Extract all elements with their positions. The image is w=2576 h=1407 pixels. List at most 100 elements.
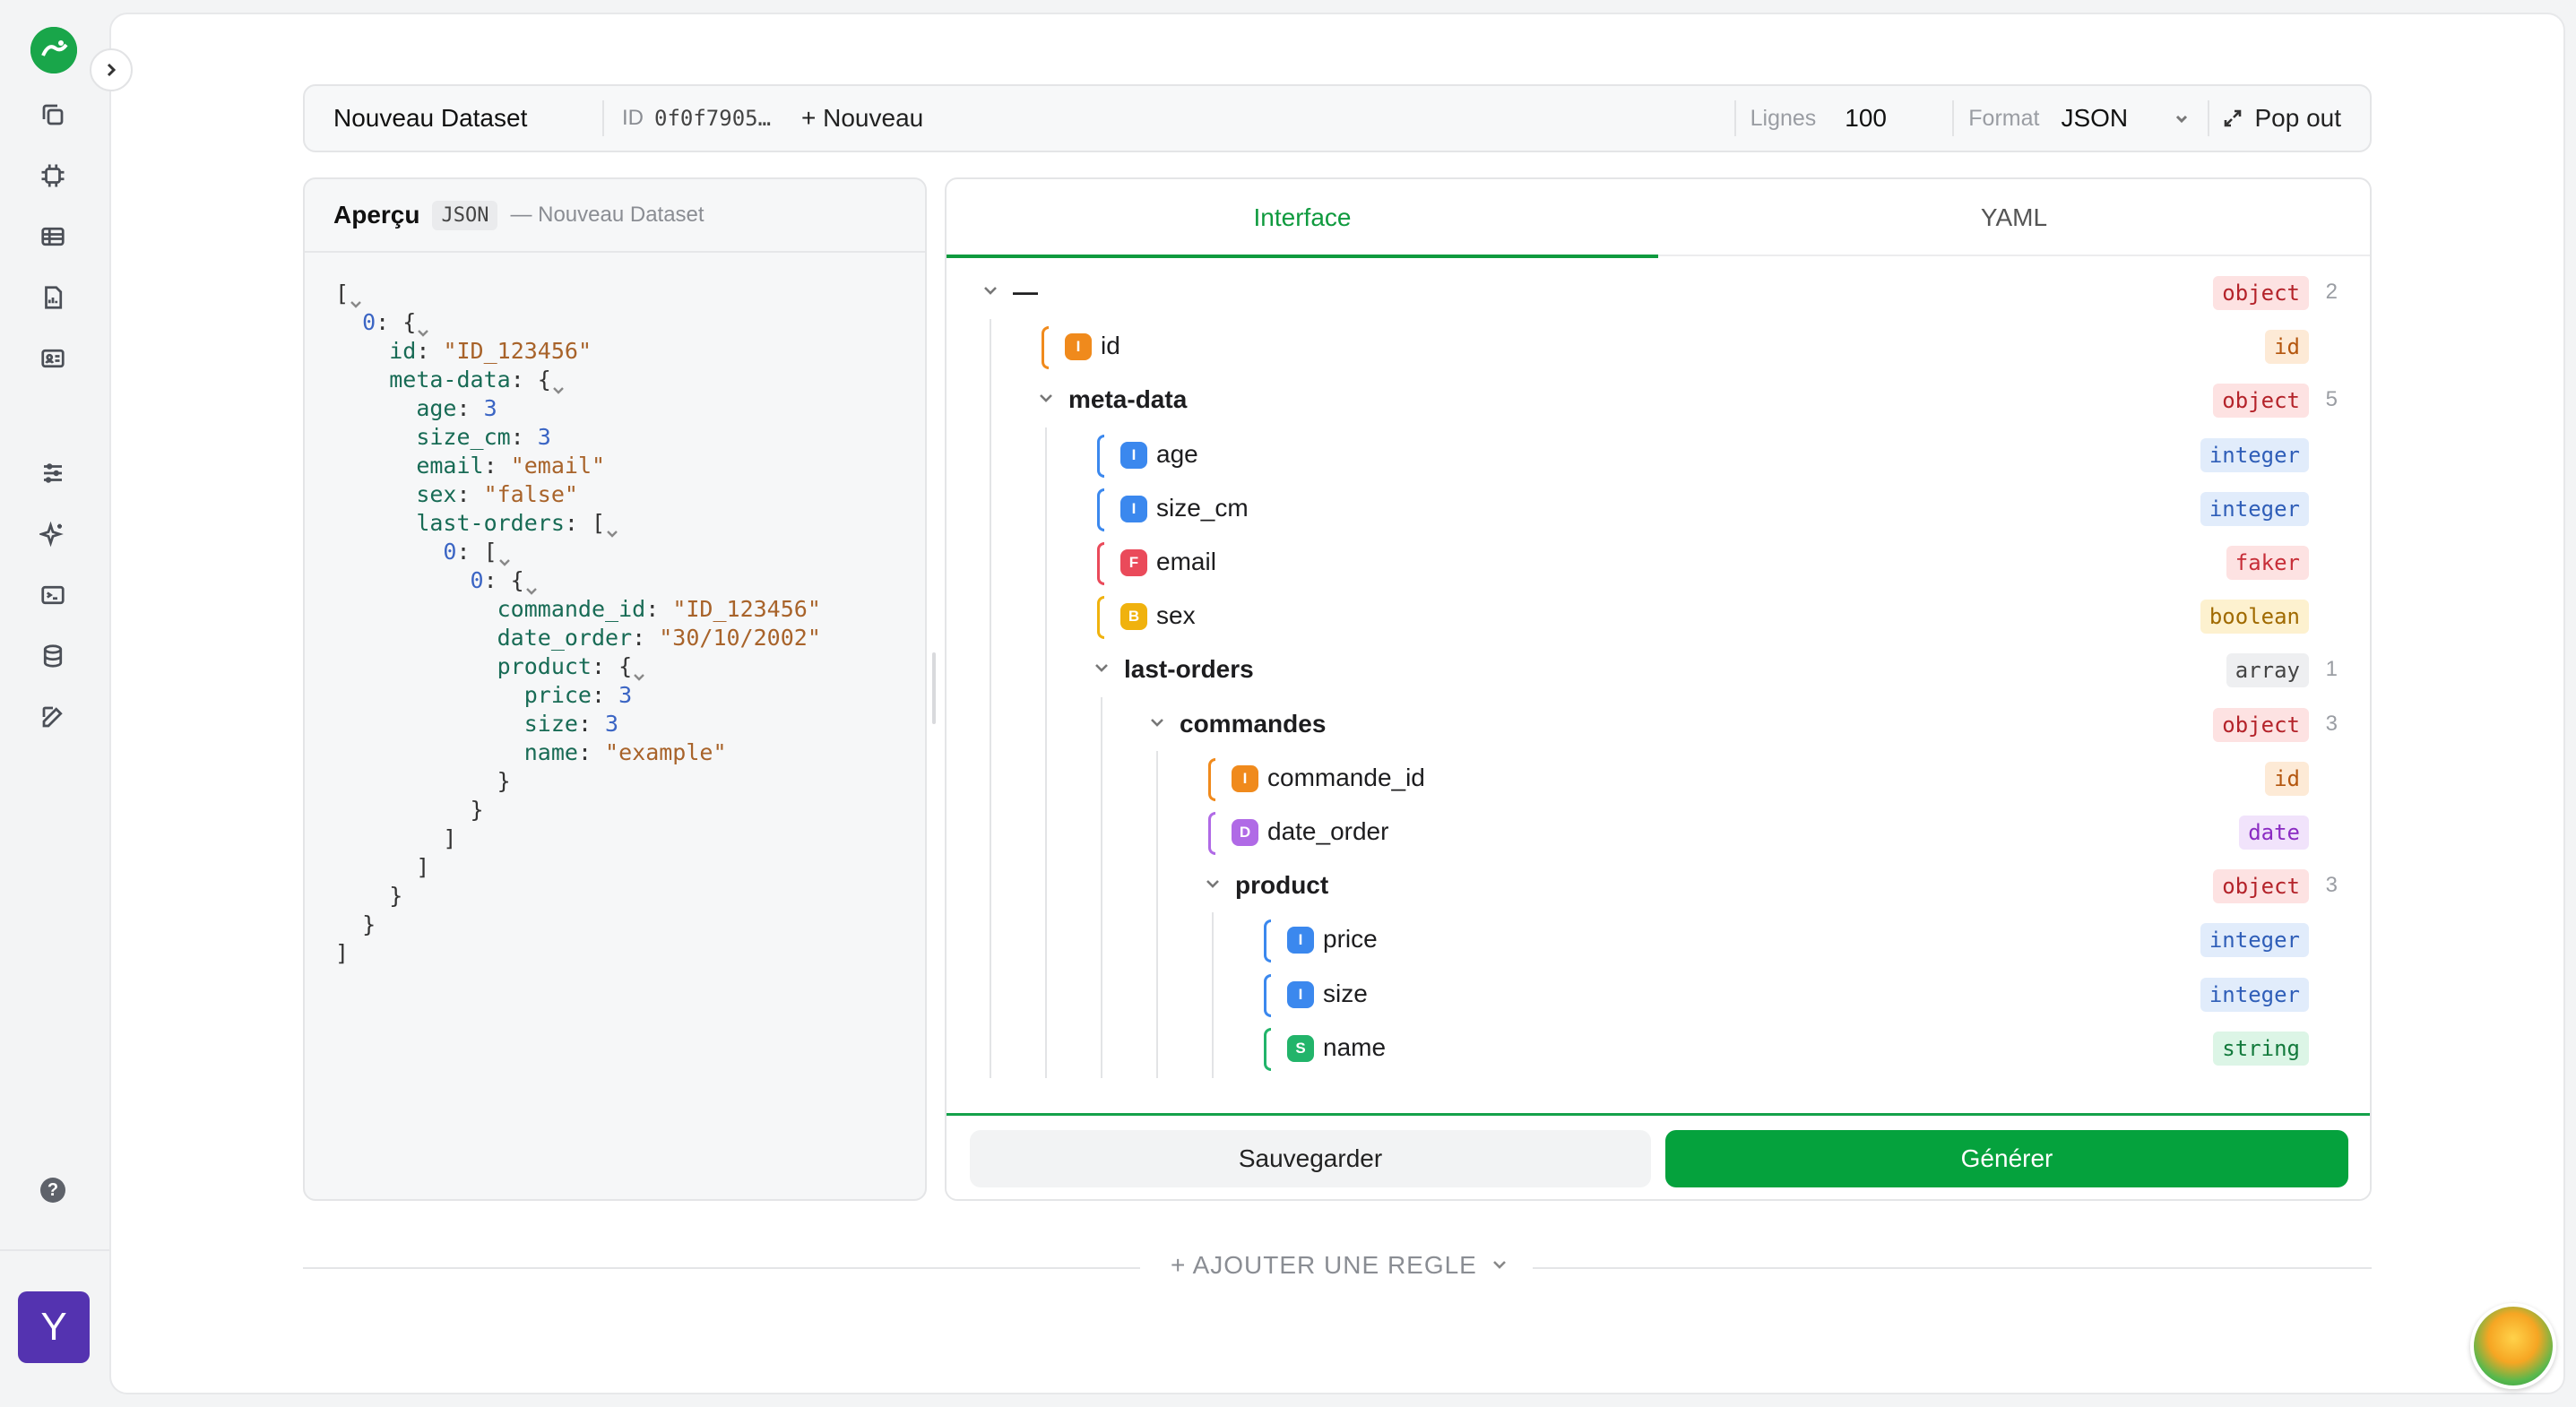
type-badge[interactable]: integer (2200, 923, 2309, 958)
chevron-down-icon[interactable] (1149, 717, 1165, 734)
popout-button[interactable]: Pop out (2222, 104, 2341, 133)
save-button[interactable]: Sauvegarder (970, 1130, 1651, 1187)
tree-field-label: name (1323, 1032, 1387, 1061)
divider (2208, 100, 2210, 136)
code-line: 0: [ (335, 538, 821, 566)
tree-field-row[interactable]: Femail faker (947, 535, 2370, 589)
dataset-id[interactable]: 0f0f7905… (654, 106, 787, 131)
chevron-down-icon[interactable] (1205, 878, 1221, 895)
type-badge[interactable]: object (2213, 707, 2309, 742)
type-badge[interactable]: array (2226, 653, 2309, 688)
id-card-icon[interactable] (37, 342, 69, 375)
chip-icon[interactable] (37, 160, 69, 192)
chevron-down-icon[interactable] (1094, 662, 1110, 679)
type-badge[interactable]: id (2265, 761, 2309, 796)
tree-field-row[interactable]: Icommande_id id (947, 751, 2370, 805)
tree-field-row[interactable]: Bsex boolean (947, 589, 2370, 643)
expand-sidebar-button[interactable] (90, 48, 133, 91)
app-logo-icon[interactable] (30, 27, 77, 73)
field-type-icon: B (1120, 603, 1147, 631)
type-badge[interactable]: object (2213, 869, 2309, 904)
type-badge[interactable]: faker (2226, 546, 2309, 580)
assistant-avatar[interactable] (2470, 1303, 2556, 1389)
collapse-chevron-icon[interactable] (605, 518, 621, 538)
tab-yaml[interactable]: YAML (1658, 179, 2370, 256)
type-badge[interactable]: id (2265, 330, 2309, 365)
rows-input[interactable]: 100 (1845, 104, 1952, 133)
dataset-name-input[interactable]: Nouveau Dataset (333, 104, 602, 133)
child-count: 2 (2325, 280, 2338, 304)
tree-field-row[interactable]: Isize_cm integer (947, 481, 2370, 535)
format-label: Format (1968, 105, 2040, 131)
user-avatar[interactable]: Y (18, 1291, 90, 1363)
tree-field-row[interactable]: Iid id (947, 319, 2370, 373)
code-line: } (335, 911, 376, 937)
collapse-chevron-icon[interactable] (416, 317, 432, 337)
collapse-chevron-icon[interactable] (551, 375, 567, 394)
code-line: date_order: "30/10/2002" (497, 625, 821, 651)
type-badge[interactable]: integer (2200, 977, 2309, 1012)
database-icon[interactable] (37, 640, 69, 672)
type-badge[interactable]: boolean (2200, 600, 2309, 634)
table-icon[interactable] (37, 220, 69, 253)
preview-panel: Aperçu JSON — Nouveau Dataset [ 0: { id:… (303, 177, 927, 1201)
tree-group-row[interactable]: — object 2 (947, 265, 2370, 319)
type-badge[interactable]: object (2213, 276, 2309, 310)
type-badge[interactable]: integer (2200, 491, 2309, 526)
field-type-icon: F (1120, 549, 1147, 576)
code-line: [ (335, 280, 821, 308)
tree-group-row[interactable]: last-orders array 1 (947, 643, 2370, 696)
chevron-right-icon (107, 63, 117, 77)
collapse-chevron-icon[interactable] (632, 661, 648, 681)
chevron-down-icon[interactable] (1038, 393, 1054, 410)
schema-tree: — object 2 Iid id meta-data object 5 Iage integer… (947, 265, 2370, 1199)
help-icon[interactable]: ? (40, 1178, 65, 1203)
format-select[interactable]: JSON (2061, 104, 2174, 133)
code-line: } (335, 768, 511, 794)
tree-group-row[interactable]: meta-data object 5 (947, 373, 2370, 427)
sliders-icon[interactable] (37, 457, 69, 489)
add-rule-row: + AJOUTER UNE REGLE (303, 1246, 2372, 1290)
collapse-chevron-icon[interactable] (524, 575, 540, 595)
id-label: ID (622, 106, 644, 130)
popout-label: Pop out (2254, 104, 2341, 132)
tree-field-label: size (1323, 979, 1368, 1007)
tree-group-row[interactable]: product object 3 (947, 859, 2370, 912)
child-count: 1 (2325, 657, 2338, 682)
code-line: meta-data: { (335, 366, 821, 394)
tree-field-row[interactable]: Ddate_order date (947, 805, 2370, 859)
terminal-icon[interactable] (37, 579, 69, 611)
collapse-chevron-icon[interactable] (497, 547, 514, 566)
json-preview: [ 0: { id: "ID_123456" meta-data: { age:… (335, 280, 821, 968)
new-dataset-button[interactable]: + Nouveau (801, 104, 923, 133)
divider (1533, 1267, 2372, 1269)
tree-field-label: email (1156, 548, 1216, 575)
report-icon[interactable] (37, 281, 69, 314)
generate-button[interactable]: Générer (1665, 1130, 2348, 1187)
type-badge[interactable]: string (2213, 1031, 2309, 1066)
tree-group-row[interactable]: commandes object 3 (947, 697, 2370, 751)
resize-handle[interactable] (932, 652, 936, 724)
field-type-icon: I (1232, 764, 1258, 792)
tree-field-row[interactable]: Iage integer (947, 427, 2370, 481)
tree-field-row[interactable]: Iprice integer (947, 912, 2370, 966)
chevron-down-icon[interactable] (2174, 104, 2208, 133)
type-badge[interactable]: date (2239, 816, 2309, 850)
collapse-chevron-icon[interactable] (349, 289, 365, 308)
tree-group-label: last-orders (1124, 655, 1254, 684)
code-line: last-orders: [ (335, 509, 821, 538)
tree-field-label: price (1323, 925, 1378, 954)
code-line: price: 3 (523, 682, 633, 708)
chevron-down-icon[interactable] (982, 285, 998, 302)
field-accent-bar (1264, 1027, 1271, 1071)
type-badge[interactable]: object (2213, 384, 2309, 419)
preview-title: Aperçu (333, 201, 420, 229)
type-badge[interactable]: integer (2200, 437, 2309, 472)
tree-field-row[interactable]: Sname string (947, 1021, 2370, 1075)
tree-field-row[interactable]: Isize integer (947, 967, 2370, 1021)
sparkles-icon[interactable] (37, 518, 69, 550)
tab-interface[interactable]: Interface (947, 179, 1658, 258)
edit-icon[interactable] (37, 701, 69, 733)
copy-icon[interactable] (37, 99, 69, 131)
add-rule-button[interactable]: + AJOUTER UNE REGLE (1171, 1251, 1508, 1280)
